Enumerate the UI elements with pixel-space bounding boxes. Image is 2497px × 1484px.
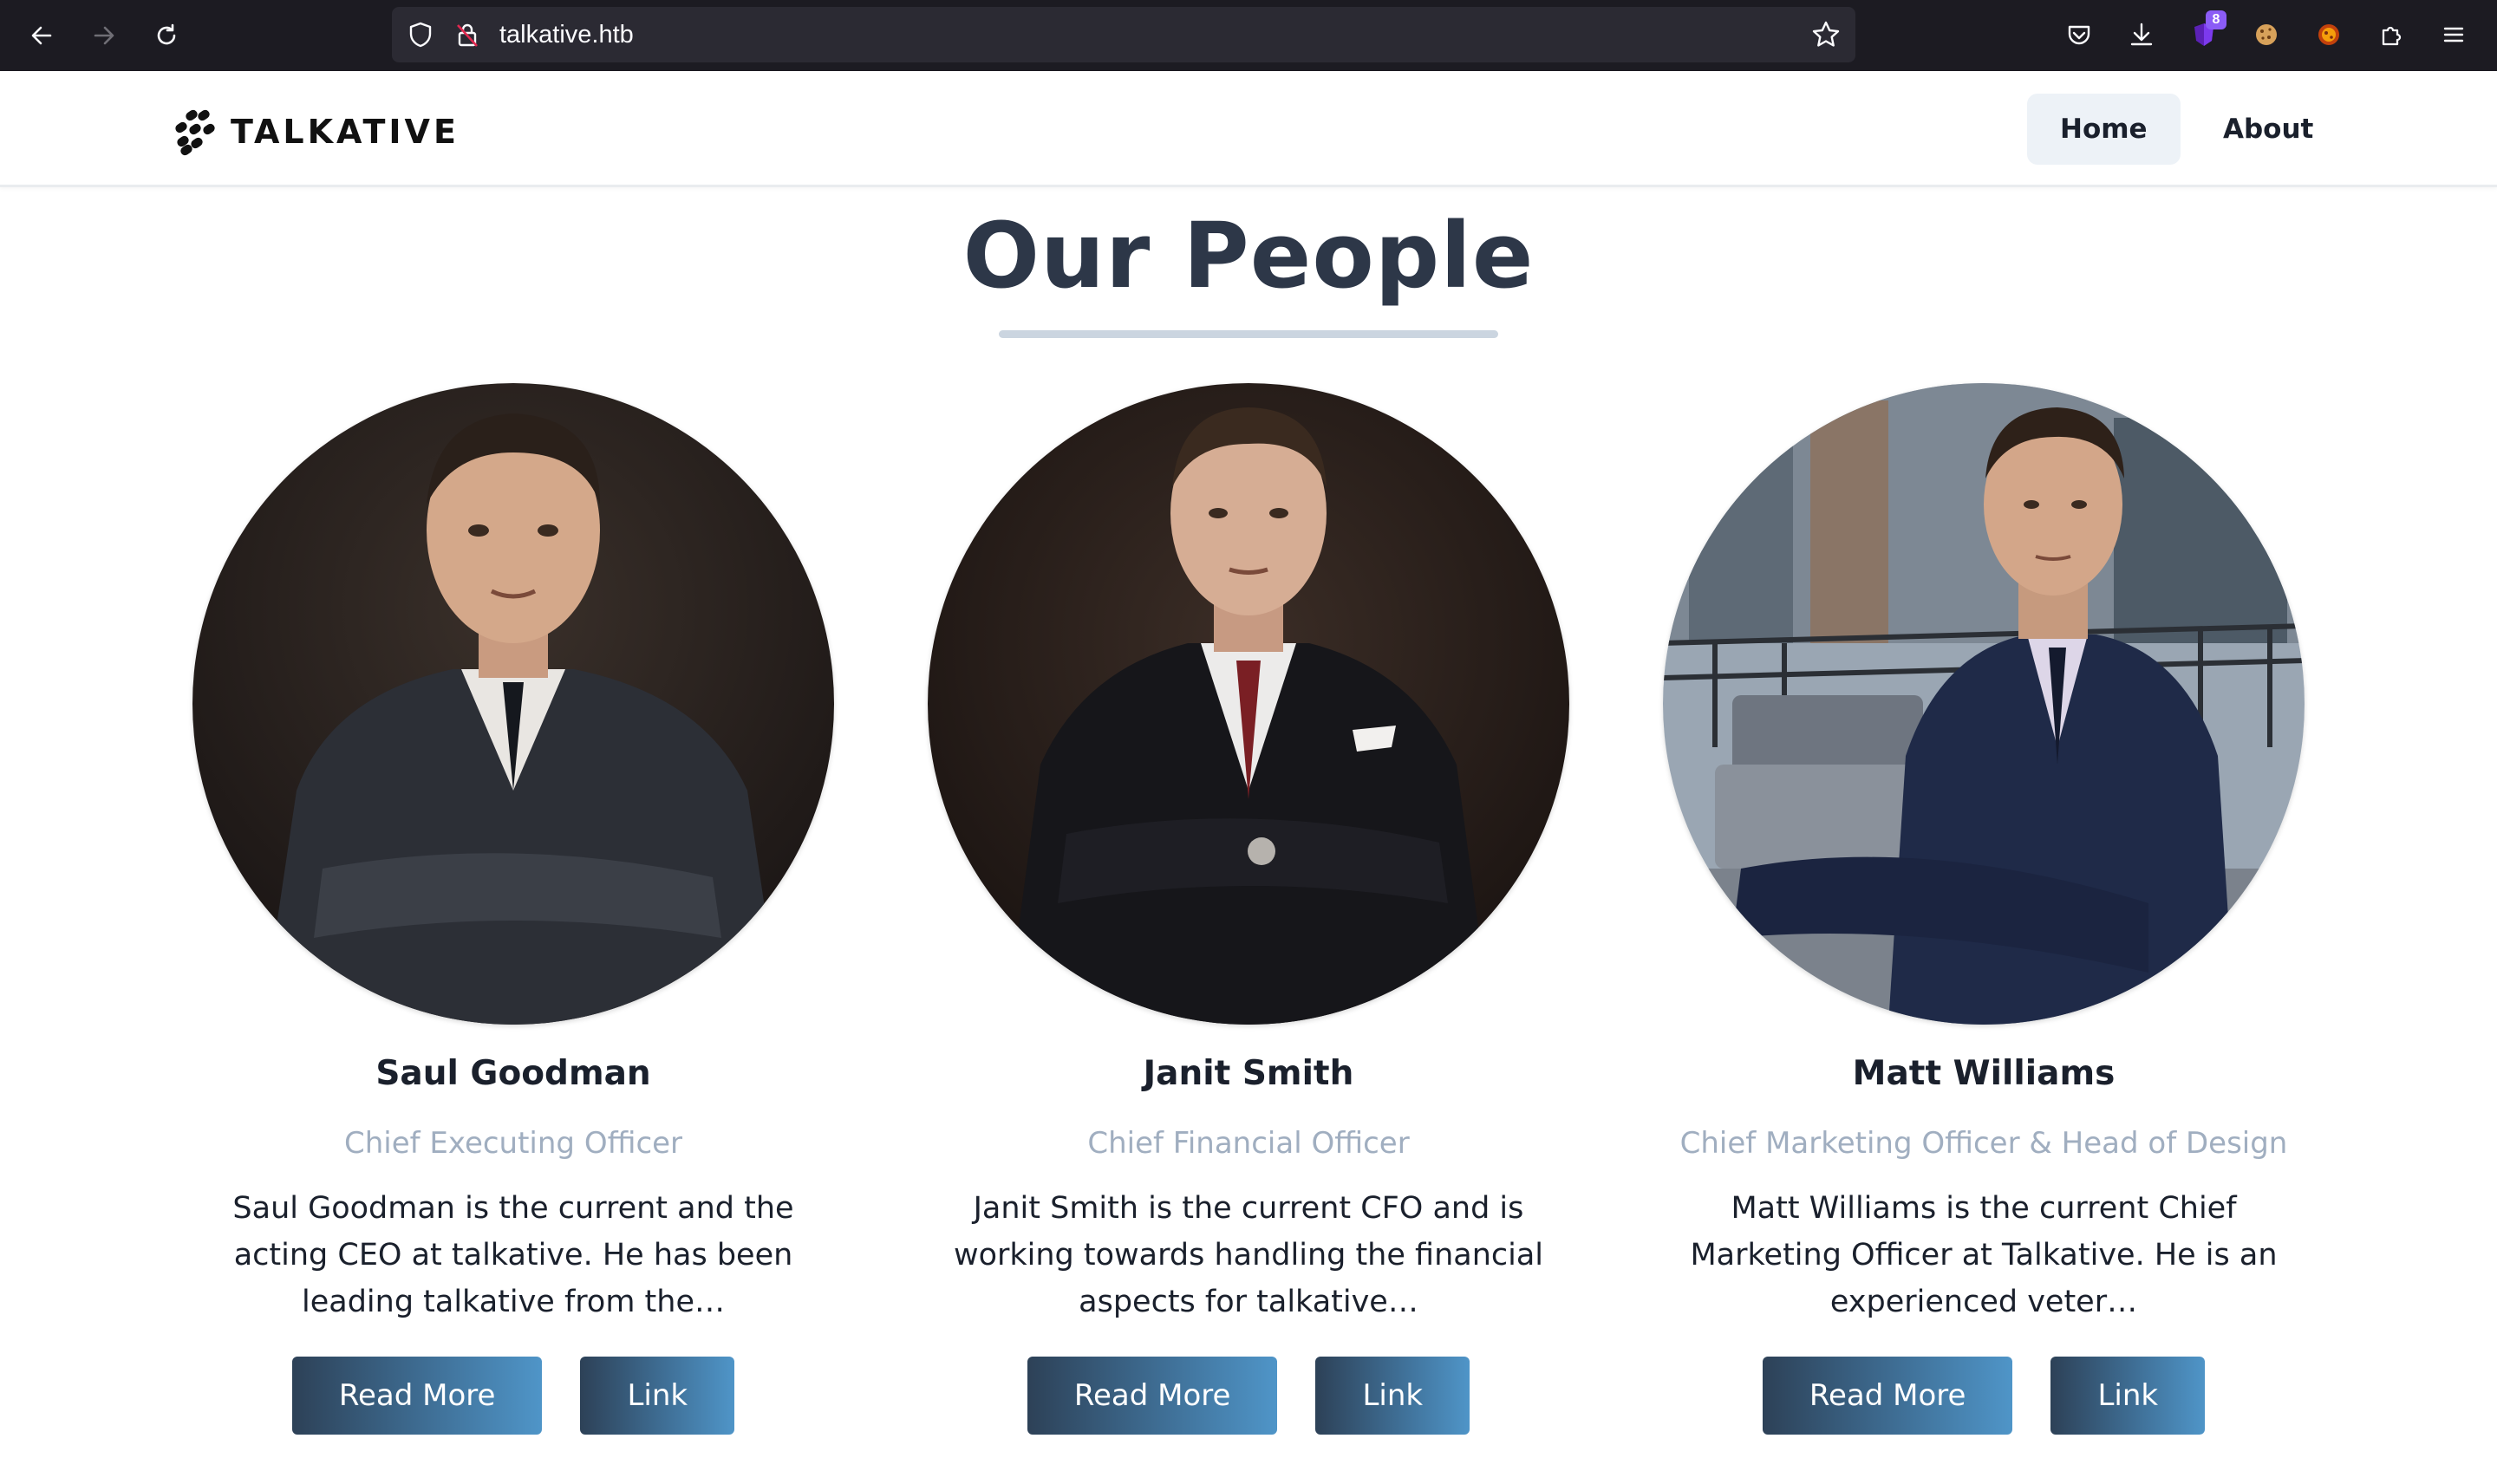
nav-about[interactable]: About	[2190, 94, 2346, 165]
app-menu-button[interactable]	[2435, 16, 2473, 54]
back-button[interactable]	[21, 15, 62, 56]
pocket-button[interactable]	[2060, 16, 2098, 54]
extension-button-purple[interactable]: 8	[2185, 10, 2226, 54]
forward-arrow-icon	[94, 26, 114, 45]
link-button[interactable]: Link	[580, 1357, 735, 1435]
person-name: Saul Goodman	[375, 1054, 651, 1093]
person-card-janit-smith: Janit Smith Chief Financial Officer Jani…	[919, 383, 1578, 1435]
back-arrow-icon	[31, 26, 52, 45]
person-role: Chief Financial Officer	[1087, 1126, 1410, 1161]
address-bar[interactable]: talkative.htb	[392, 7, 1855, 62]
person-photo	[192, 383, 834, 1025]
extension-badge: 8	[2206, 10, 2226, 29]
person-name: Janit Smith	[1143, 1054, 1354, 1093]
read-more-button[interactable]: Read More	[1762, 1357, 2013, 1435]
browser-toolbar: talkative.htb 8	[0, 0, 2497, 71]
cookie-icon	[2256, 24, 2277, 45]
cookie-editor-icon	[2318, 24, 2339, 45]
card-actions: Read More Link	[1654, 1357, 2313, 1435]
talkative-logo-icon	[175, 109, 215, 156]
portrait-image	[928, 383, 1569, 1025]
card-actions: Read More Link	[184, 1357, 843, 1435]
bookmark-star-icon[interactable]	[1810, 19, 1842, 50]
person-card-matt-williams: Matt Williams Chief Marketing Officer & …	[1654, 383, 2313, 1435]
link-button[interactable]: Link	[1315, 1357, 1470, 1435]
person-photo	[1663, 383, 2305, 1025]
tracking-shield-icon[interactable]	[406, 20, 435, 49]
read-more-button[interactable]: Read More	[291, 1357, 543, 1435]
person-card-saul-goodman: Saul Goodman Chief Executing Officer Sau…	[184, 383, 843, 1435]
insecure-lock-icon[interactable]	[453, 20, 482, 49]
card-actions: Read More Link	[919, 1357, 1578, 1435]
person-bio: Matt Williams is the current Chief Marke…	[1690, 1191, 2278, 1319]
reload-button[interactable]	[146, 15, 187, 56]
downloads-button[interactable]	[2122, 16, 2161, 54]
download-icon	[2130, 23, 2153, 46]
person-role: Chief Marketing Officer & Head of Design	[1679, 1126, 2288, 1161]
reload-icon	[157, 23, 176, 45]
url-text[interactable]: talkative.htb	[499, 21, 634, 49]
title-underline	[999, 330, 1498, 338]
section-title: Our People	[962, 203, 1535, 309]
cookie-editor-button[interactable]	[2310, 16, 2348, 54]
person-bio: Janit Smith is the current CFO and is wo…	[953, 1191, 1544, 1319]
person-bio: Saul Goodman is the current and the acti…	[232, 1191, 794, 1319]
person-role: Chief Executing Officer	[343, 1126, 683, 1161]
extensions-menu-button[interactable]	[2372, 16, 2410, 54]
pocket-icon	[2068, 25, 2090, 45]
read-more-button[interactable]: Read More	[1027, 1357, 1278, 1435]
hamburger-menu-icon	[2443, 27, 2464, 42]
forward-button[interactable]	[83, 15, 125, 56]
portrait-image	[192, 383, 834, 1025]
link-button[interactable]: Link	[2050, 1357, 2206, 1435]
logo-text: TALKATIVE	[231, 113, 460, 151]
portrait-image	[1663, 383, 2305, 1025]
person-photo	[928, 383, 1569, 1025]
nav-home[interactable]: Home	[2027, 94, 2181, 165]
site-logo[interactable]: TALKATIVE	[170, 107, 460, 156]
person-name: Matt Williams	[1852, 1054, 2116, 1093]
puzzle-piece-icon	[2382, 26, 2402, 46]
cookie-extension-button[interactable]	[2247, 16, 2285, 54]
